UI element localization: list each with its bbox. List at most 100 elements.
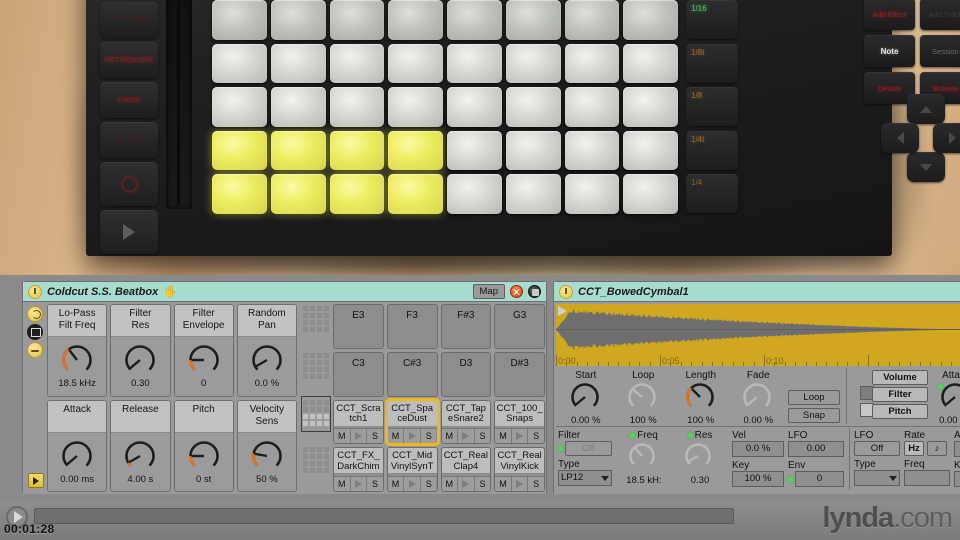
session-mode-button[interactable]: Session <box>920 35 960 67</box>
close-icon[interactable] <box>510 285 523 298</box>
preview-button[interactable] <box>350 477 368 491</box>
drum-pad-empty-4[interactable]: C3 <box>333 351 384 397</box>
pad-0-7[interactable] <box>623 0 678 40</box>
loop-button[interactable]: Loop <box>788 390 840 405</box>
pad-0-3[interactable] <box>388 0 443 40</box>
filter-env-field[interactable]: 0 <box>795 471 844 487</box>
solo-button[interactable]: S <box>420 477 437 491</box>
pad-2-2[interactable] <box>329 87 385 127</box>
lfo-rate-hz-button[interactable]: Hz <box>904 441 924 456</box>
save-icon[interactable] <box>528 285 541 298</box>
drum-pad-empty-5[interactable]: C#3 <box>386 351 438 397</box>
mute-button[interactable]: M <box>334 477 351 491</box>
pad-4-0[interactable] <box>212 174 267 214</box>
macro-knob[interactable] <box>187 439 221 473</box>
io-arrow-icon[interactable] <box>28 473 44 488</box>
note-mode-button[interactable]: Note <box>864 35 915 67</box>
pad-0-1[interactable] <box>270 0 326 40</box>
preview-button[interactable] <box>511 477 529 491</box>
filter-key-field[interactable]: 100 % <box>732 471 784 487</box>
mute-button[interactable]: M <box>441 477 459 491</box>
mute-button[interactable]: M <box>495 477 512 491</box>
preview-button[interactable] <box>458 477 475 491</box>
macro-knob[interactable] <box>123 343 157 377</box>
preview-button[interactable] <box>511 429 529 444</box>
dpad-right-button[interactable] <box>933 123 960 153</box>
mute-button[interactable]: M <box>495 429 512 444</box>
drum-pad-sample-15[interactable]: CCT_Real VinylKick M S <box>494 447 545 492</box>
pad-3-5[interactable] <box>505 130 561 171</box>
macro-knob[interactable] <box>187 343 221 377</box>
lfo-key-field[interactable] <box>954 471 960 487</box>
pad-1-3[interactable] <box>388 43 443 84</box>
tap-tempo-button[interactable]: Tap Tempo <box>100 2 158 38</box>
mute-button[interactable]: M <box>387 429 405 444</box>
filter-lfo-field[interactable]: 0.00 <box>788 441 844 457</box>
lfo-attack-field[interactable] <box>954 441 960 457</box>
pad-overview-block-3[interactable] <box>303 447 329 473</box>
preview-button[interactable] <box>350 429 368 444</box>
pad-0-2[interactable] <box>329 0 385 40</box>
drum-pad-sample-12[interactable]: CCT_FX_ DarkChim M S <box>333 447 384 492</box>
filter-type-dropdown[interactable]: LP12 <box>558 470 612 486</box>
filter-vel-field[interactable]: 0.0 % <box>732 441 784 457</box>
pad-1-5[interactable] <box>505 43 561 84</box>
touch-strip[interactable] <box>166 0 192 209</box>
pad-1-0[interactable] <box>212 43 267 84</box>
lfo-onoff-button[interactable]: Off <box>854 441 900 456</box>
pad-2-5[interactable] <box>505 87 561 127</box>
solo-button[interactable]: S <box>474 477 491 491</box>
pad-4-6[interactable] <box>564 174 620 214</box>
sample-control-knob[interactable] <box>569 381 603 415</box>
solo-button[interactable]: S <box>528 429 544 444</box>
filter-onoff-button[interactable]: Off <box>565 441 612 456</box>
preview-button[interactable] <box>404 477 421 491</box>
mute-button[interactable]: M <box>441 429 459 444</box>
play-button[interactable] <box>100 210 158 254</box>
drum-pad-sample-13[interactable]: CCT_Mid VinylSynT M S <box>386 447 438 492</box>
macro-knob[interactable] <box>250 439 284 473</box>
pad-1-6[interactable] <box>564 43 620 84</box>
env-knob-control[interactable] <box>939 381 960 415</box>
filter-tab[interactable]: Filter <box>872 387 928 402</box>
list-icon[interactable] <box>27 324 43 340</box>
pad-4-7[interactable] <box>623 174 678 214</box>
undo-button[interactable]: Undo <box>100 82 158 118</box>
power-switch-icon[interactable] <box>28 284 42 299</box>
note-icon[interactable]: ♪ <box>927 441 947 456</box>
solo-button[interactable]: S <box>367 477 383 491</box>
pad-2-0[interactable] <box>212 87 267 127</box>
solo-button[interactable]: S <box>474 429 491 444</box>
drum-pad-empty-0[interactable]: E3 <box>333 304 384 349</box>
preview-button[interactable] <box>404 429 421 444</box>
pad-grid[interactable] <box>212 0 678 214</box>
volume-tab[interactable]: Volume <box>872 370 928 385</box>
chain-icon[interactable] <box>27 306 43 322</box>
macro-knob[interactable] <box>123 439 157 473</box>
macro-knob[interactable] <box>60 343 94 377</box>
lfo-freq-field[interactable] <box>904 470 950 486</box>
drum-pad-empty-3[interactable]: G3 <box>494 304 545 349</box>
drum-pad-sample-10[interactable]: CCT_Tap eSnare2 M S <box>440 399 492 445</box>
metronome-button[interactable]: Metronome <box>100 42 158 78</box>
pad-3-7[interactable] <box>623 130 678 171</box>
pad-4-1[interactable] <box>270 174 326 214</box>
pad-3-4[interactable] <box>447 130 502 171</box>
pad-2-6[interactable] <box>564 87 620 127</box>
solo-button[interactable]: S <box>420 429 437 444</box>
drum-pad-sample-8[interactable]: CCT_Scra tch1 M S <box>333 399 384 445</box>
pad-overview-block-1[interactable] <box>303 353 329 379</box>
solo-button[interactable]: S <box>367 429 383 444</box>
solo-button[interactable]: S <box>528 477 544 491</box>
dpad-left-button[interactable] <box>881 123 919 153</box>
pad-0-6[interactable] <box>564 0 620 40</box>
quantize-button-2[interactable]: 1/8 <box>686 87 738 126</box>
quantize-button-1[interactable]: 1/8t <box>686 43 738 83</box>
pad-overview-block-0[interactable] <box>303 306 329 332</box>
add-track-button[interactable]: Add Track <box>920 0 960 30</box>
dpad-down-button[interactable] <box>907 152 945 182</box>
pad-4-4[interactable] <box>447 174 502 214</box>
macro-knob[interactable] <box>60 439 94 473</box>
drum-pad-empty-6[interactable]: D3 <box>440 351 492 397</box>
mute-button[interactable]: M <box>387 477 405 491</box>
